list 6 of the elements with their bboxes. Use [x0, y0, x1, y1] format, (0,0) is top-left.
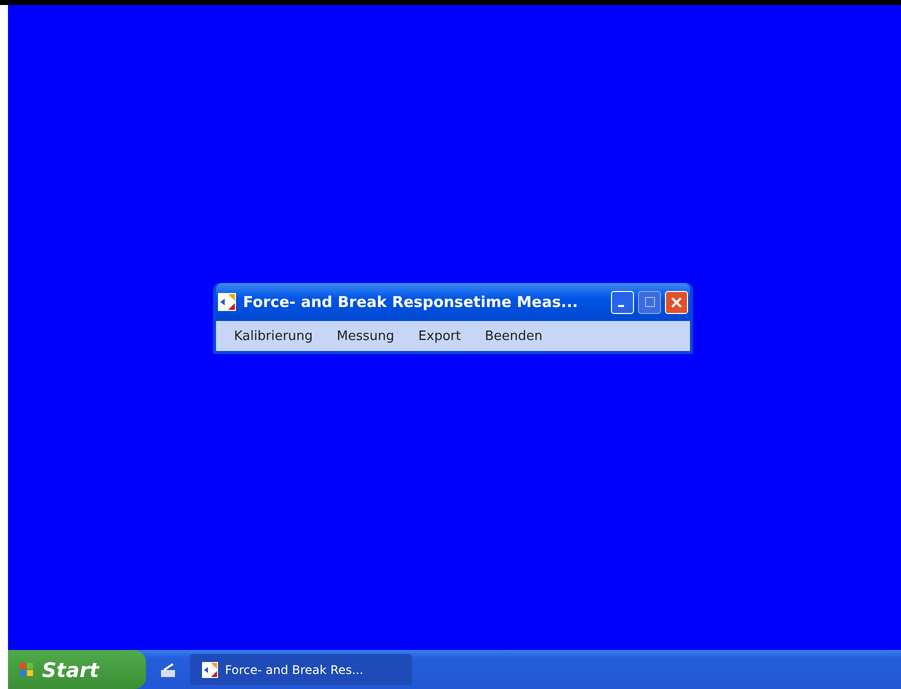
menu-item[interactable]: Beenden: [484, 328, 542, 344]
menu-item[interactable]: Messung: [336, 328, 394, 344]
menu-item[interactable]: Export: [418, 328, 461, 344]
menu-item[interactable]: Kalibrierung: [234, 328, 313, 344]
taskbar-button[interactable]: Force- and Break Res...: [190, 654, 412, 685]
window-title: Force- and Break Responsetime Meas...: [243, 293, 579, 311]
